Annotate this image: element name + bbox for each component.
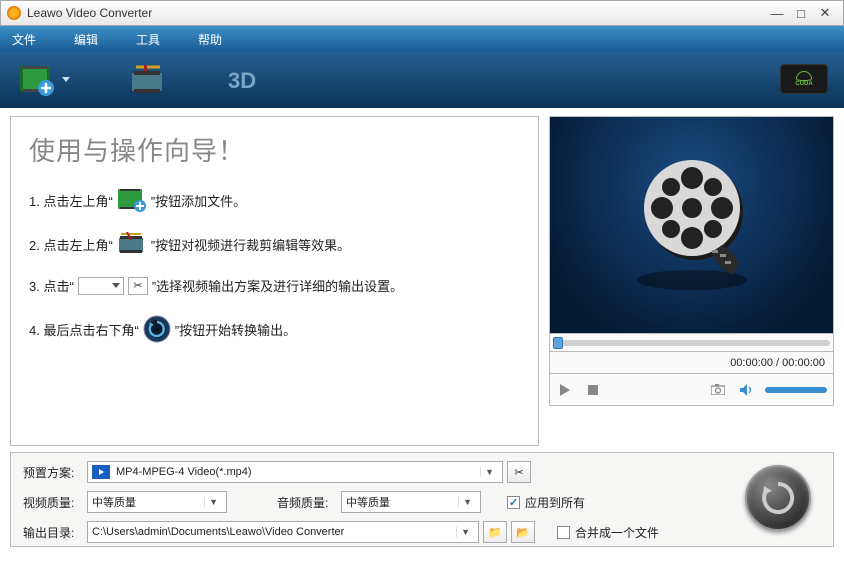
vquality-label: 视频质量: (23, 494, 87, 511)
maximize-button[interactable]: □ (789, 6, 813, 21)
convert-arrow-icon (758, 478, 798, 518)
checkbox-unchecked-icon (557, 526, 570, 539)
mute-button[interactable] (737, 381, 755, 399)
wizard-step-2: 2. 点击左上角“ ”按钮对视频进行裁剪编辑等效果。 (29, 232, 520, 256)
wizard-step-3: 3. 点击“ ✂ ”选择视频输出方案及进行详细的输出设置。 (29, 276, 520, 295)
preview-panel: 00:00:00 / 00:00:00 (549, 116, 834, 446)
output-path-combobox[interactable]: C:\Users\admin\Documents\Leawo\Video Con… (87, 521, 479, 543)
add-video-button[interactable] (18, 64, 70, 96)
aquality-label: 音频质量: (277, 494, 341, 511)
titlebar: Leawo Video Converter — □ ✕ (0, 0, 844, 26)
checkbox-checked-icon: ✓ (507, 496, 520, 509)
preset-dropdown-icon (78, 277, 124, 295)
wizard-step-4: 4. 最后点击右下角“ ”按钮开始转换输出。 (29, 315, 520, 343)
video-preview (549, 116, 834, 334)
add-video-icon (117, 188, 147, 212)
convert-icon (143, 315, 171, 343)
open-folder-button[interactable]: 📂 (511, 521, 535, 543)
svg-text:3D: 3D (228, 68, 256, 93)
preset-label: 预置方案: (23, 464, 87, 481)
time-display: 00:00:00 / 00:00:00 (549, 352, 834, 374)
play-button[interactable] (556, 381, 574, 399)
chevron-down-icon: ▼ (456, 527, 474, 537)
close-button[interactable]: ✕ (813, 5, 837, 21)
wizard-panel: 使用与操作向导！ 1. 点击左上角“ ”按钮添加文件。 2. 点击左上角“ ”按… (10, 116, 539, 446)
app-logo (7, 6, 21, 20)
3d-button[interactable]: 3D (226, 66, 266, 94)
add-video-icon (18, 64, 56, 96)
cuda-badge: CUDA (780, 64, 828, 94)
snapshot-button[interactable] (709, 381, 727, 399)
chevron-down-icon: ▼ (204, 497, 222, 507)
wizard-heading: 使用与操作向导！ (29, 131, 520, 168)
player-controls (549, 374, 834, 406)
dropdown-arrow-icon (62, 77, 70, 83)
preset-combobox[interactable]: MP4-MPEG-4 Video(*.mp4) ▼ (87, 461, 503, 483)
menu-tools[interactable]: 工具 (136, 31, 160, 48)
edit-video-icon (130, 65, 166, 95)
wizard-step-1: 1. 点击左上角“ ”按钮添加文件。 (29, 188, 520, 212)
output-label: 输出目录: (23, 524, 87, 541)
menu-help[interactable]: 帮助 (198, 31, 222, 48)
edit-video-button[interactable] (130, 65, 166, 95)
menu-edit[interactable]: 编辑 (74, 31, 98, 48)
edit-video-icon (117, 232, 147, 256)
stop-button[interactable] (584, 381, 602, 399)
seek-thumb[interactable] (553, 337, 563, 349)
minimize-button[interactable]: — (765, 6, 789, 21)
cuda-label: CUDA (795, 81, 812, 87)
preset-settings-button[interactable]: ✂ (507, 461, 531, 483)
apply-all-checkbox[interactable]: ✓ 应用到所有 (507, 494, 585, 511)
volume-slider[interactable] (765, 387, 827, 393)
3d-icon: 3D (226, 66, 266, 94)
browse-folder-button[interactable]: 📁 (483, 521, 507, 543)
film-reel-icon (617, 150, 767, 300)
toolbar: 3D CUDA (0, 52, 844, 108)
menu-bar: 文件 编辑 工具 帮助 (0, 26, 844, 52)
audio-quality-combobox[interactable]: 中等质量 ▼ (341, 491, 481, 513)
mp4-icon (92, 465, 110, 479)
video-quality-combobox[interactable]: 中等质量 ▼ (87, 491, 227, 513)
chevron-down-icon: ▼ (458, 497, 476, 507)
merge-checkbox[interactable]: 合并成一个文件 (557, 524, 659, 541)
convert-button[interactable] (745, 465, 811, 531)
bottom-panel: 预置方案: MP4-MPEG-4 Video(*.mp4) ▼ ✂ 视频质量: … (10, 452, 834, 547)
settings-icon: ✂ (128, 277, 148, 295)
seek-bar[interactable] (549, 334, 834, 352)
chevron-down-icon: ▼ (480, 467, 498, 477)
app-title: Leawo Video Converter (27, 6, 152, 20)
menu-file[interactable]: 文件 (12, 31, 36, 48)
